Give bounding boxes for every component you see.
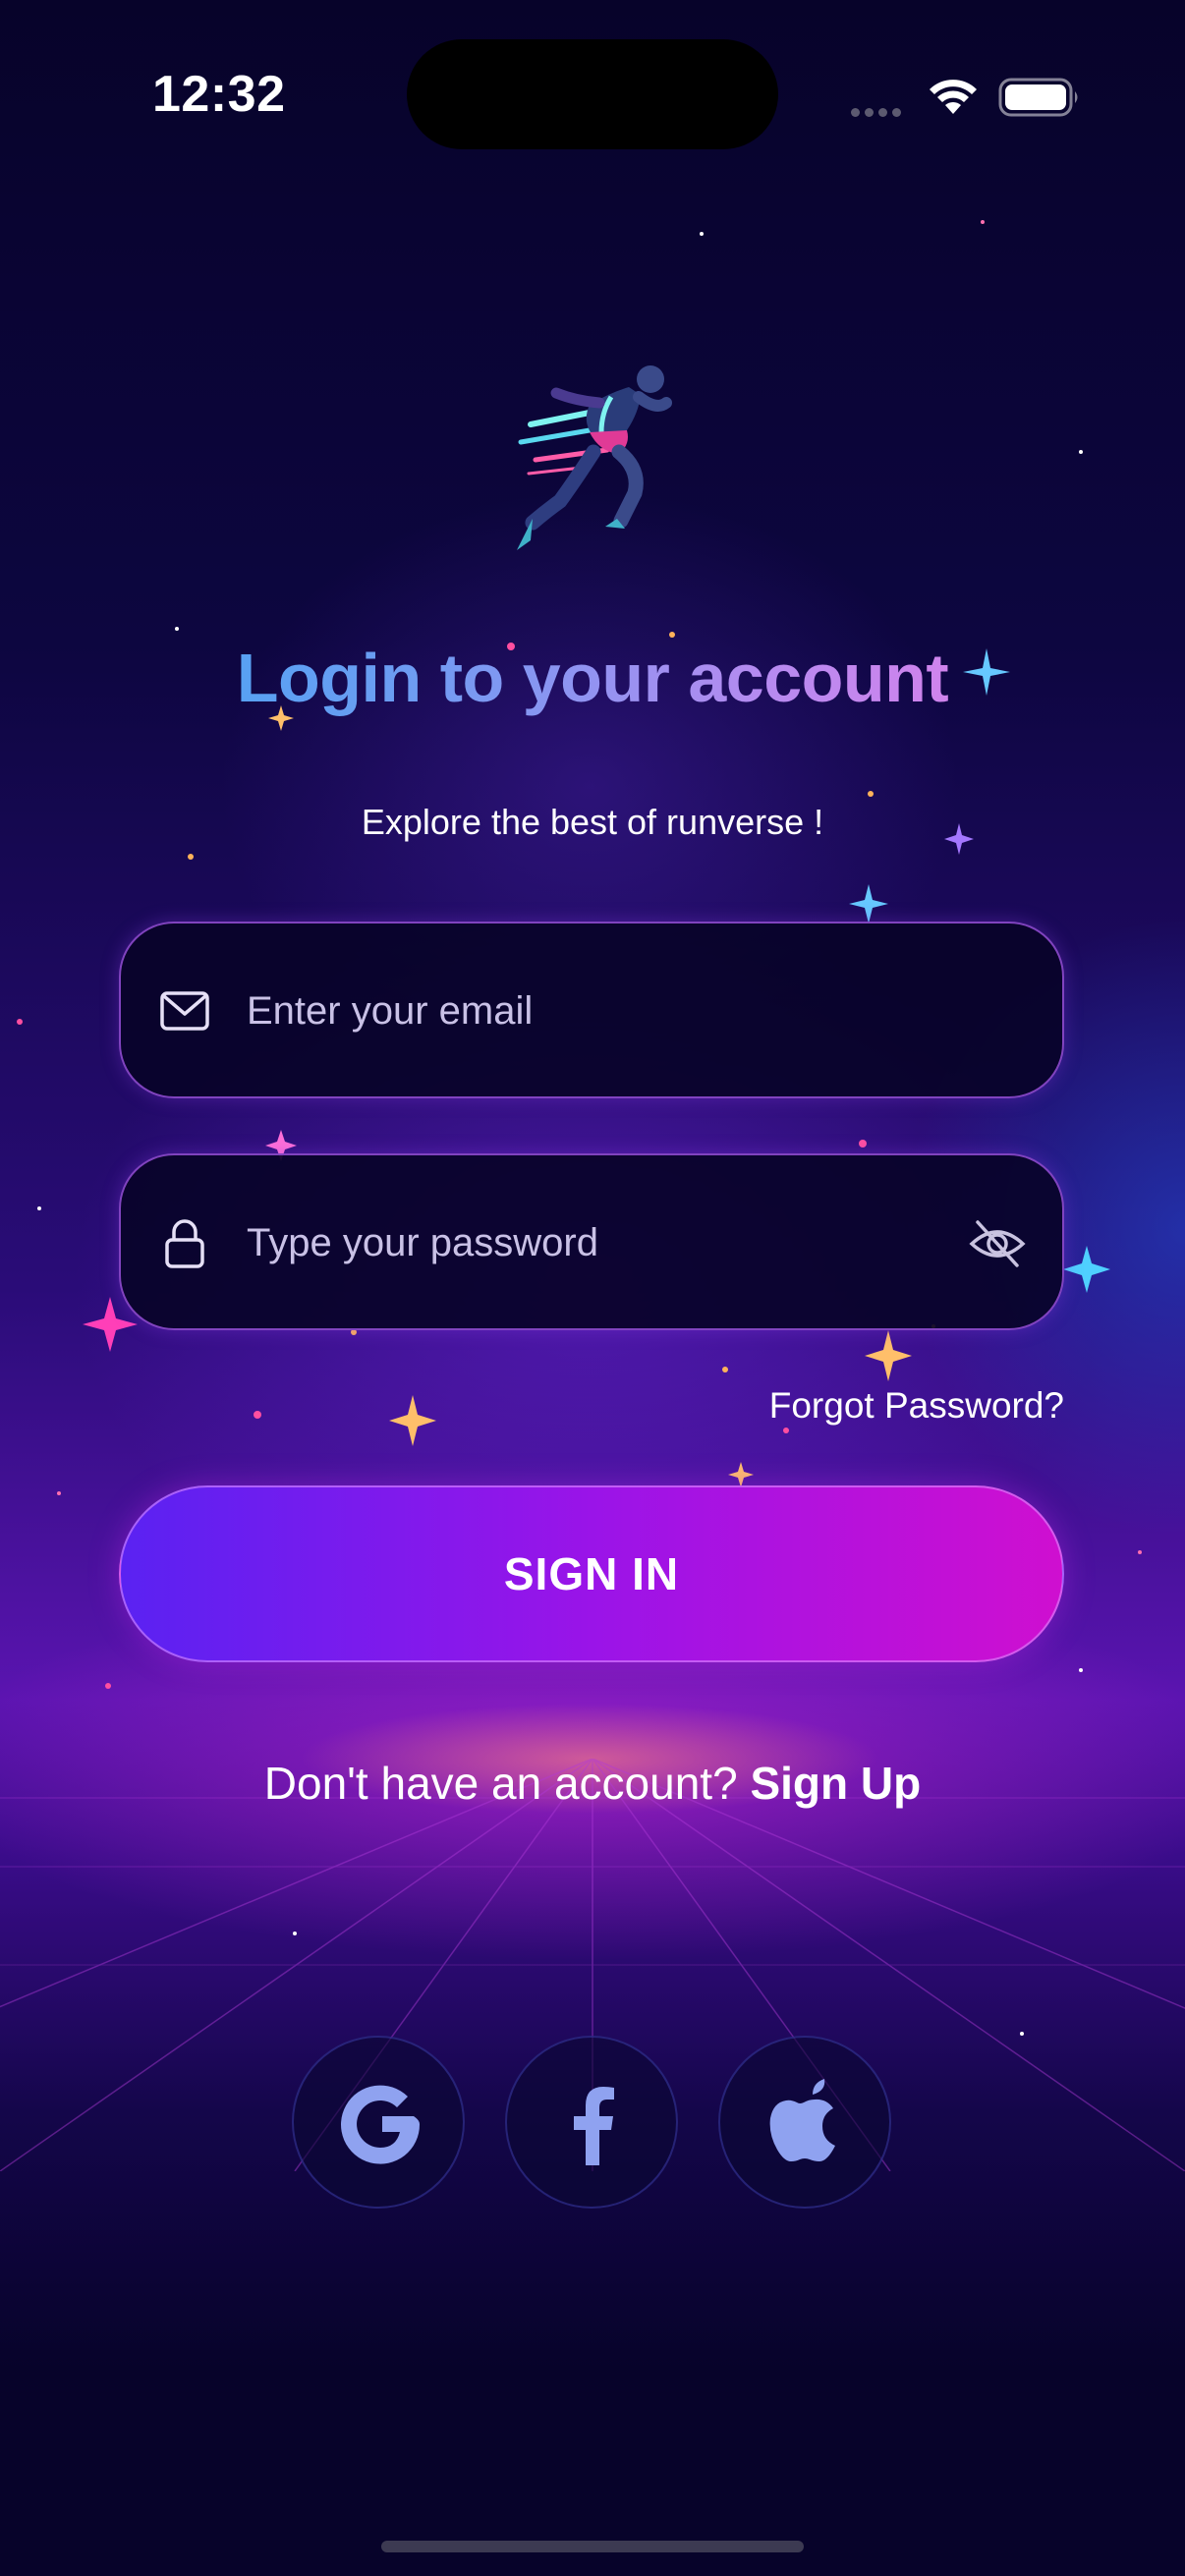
password-field[interactable]	[119, 1153, 1064, 1330]
signal-dots-icon	[851, 104, 906, 122]
signup-prompt: Don't have an account? Sign Up	[0, 1757, 1185, 1810]
page-title: Login to your account	[0, 639, 1185, 717]
apple-icon	[769, 2079, 835, 2161]
mail-icon	[160, 991, 209, 1031]
dynamic-island	[407, 39, 778, 149]
email-field[interactable]	[119, 922, 1064, 1098]
status-bar: 12:32	[0, 0, 1185, 187]
signup-prompt-text: Don't have an account?	[263, 1758, 738, 1809]
wifi-icon	[930, 80, 977, 114]
social-login-row	[0, 2036, 1185, 2212]
email-input[interactable]	[245, 924, 936, 1098]
home-indicator[interactable]	[381, 2541, 804, 2552]
sign-up-link[interactable]: Sign Up	[750, 1758, 921, 1809]
apple-login-button[interactable]	[718, 2036, 891, 2209]
login-screen: 12:32 Login to your account Explore the …	[0, 0, 1185, 2576]
eye-off-icon[interactable]	[966, 1212, 1029, 1275]
google-login-button[interactable]	[292, 2036, 465, 2209]
facebook-icon	[574, 2087, 614, 2165]
running-man-illustration	[517, 365, 672, 550]
sign-in-button[interactable]: SIGN IN	[119, 1485, 1064, 1662]
password-input[interactable]	[245, 1155, 936, 1330]
status-time: 12:32	[152, 66, 286, 123]
page-subtitle: Explore the best of runverse !	[361, 802, 824, 842]
forgot-password-link[interactable]: Forgot Password?	[649, 1385, 1064, 1427]
facebook-login-button[interactable]	[505, 2036, 678, 2209]
lock-icon	[165, 1219, 204, 1268]
google-icon	[341, 2085, 421, 2164]
battery-icon	[998, 78, 1078, 117]
